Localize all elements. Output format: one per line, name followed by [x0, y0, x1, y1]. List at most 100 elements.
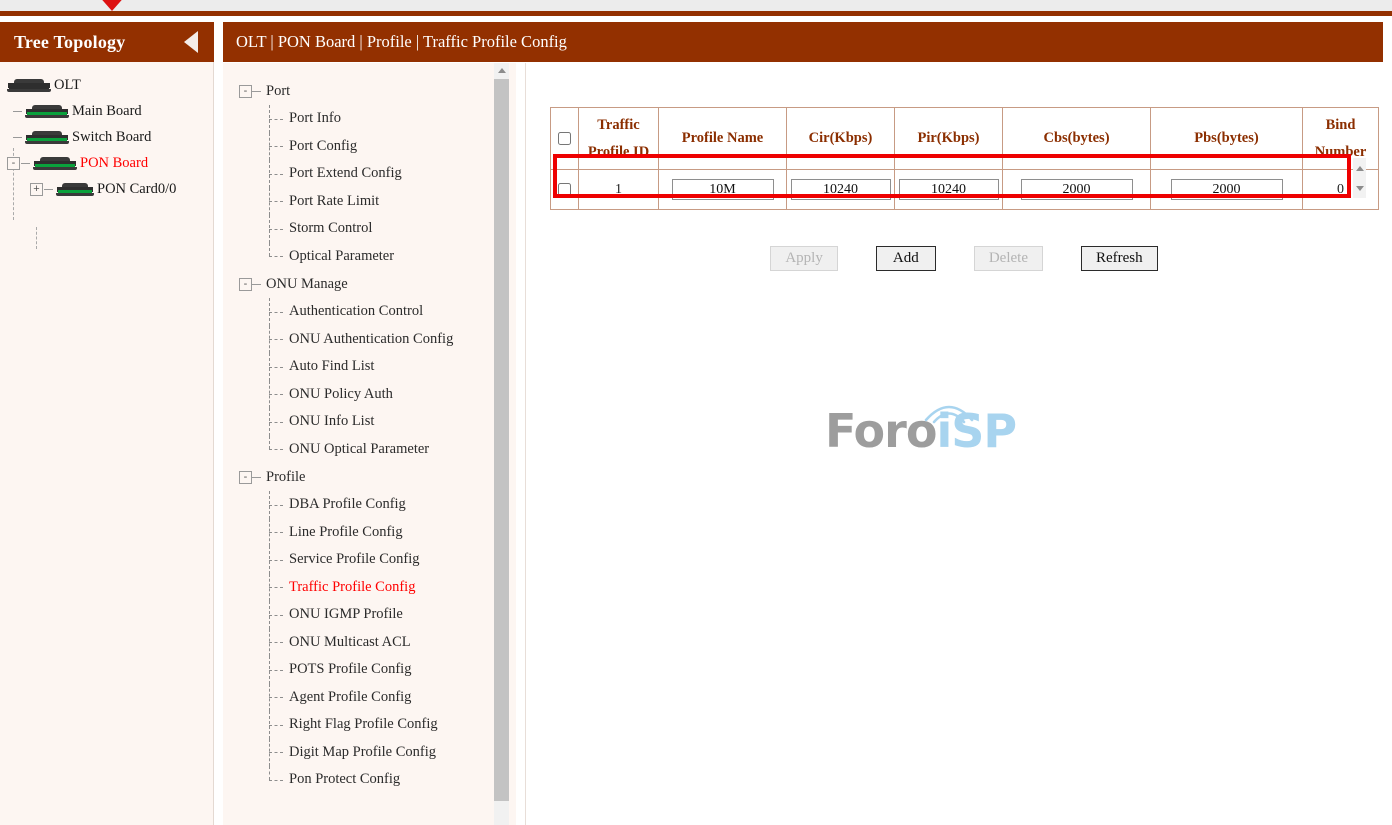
menu-scrollbar-thumb[interactable] [494, 79, 509, 801]
menu-item-port-extend-config[interactable]: Port Extend Config [223, 160, 495, 188]
minus-expander-icon[interactable]: - [239, 278, 252, 291]
triangle-left-icon[interactable] [184, 31, 198, 53]
content-panel: ForoiSP Traffic Profile ID Profile Name [525, 63, 1383, 825]
tree-node-main-board[interactable]: Main Board [0, 98, 213, 124]
menu-item-line-profile-config[interactable]: Line Profile Config [223, 519, 495, 547]
chevron-up-icon [498, 68, 506, 73]
menu-group-onu-manage[interactable]: - ONU Manage [223, 270, 495, 298]
menu-tree-leader [269, 201, 283, 202]
menu-item-port-config[interactable]: Port Config [223, 133, 495, 161]
delete-button[interactable]: Delete [974, 246, 1043, 271]
menu-item-onu-multicast-acl[interactable]: ONU Multicast ACL [223, 629, 495, 657]
menu-item-onu-authentication-config[interactable]: ONU Authentication Config [223, 326, 495, 354]
menu-group-label: ONU Manage [266, 276, 348, 293]
traffic-profile-table: Traffic Profile ID Profile Name Cir(Kbps… [550, 107, 1379, 210]
cbs-bytes-input[interactable] [1021, 179, 1133, 200]
menu-group-port[interactable]: - Port [223, 77, 495, 105]
apply-button[interactable]: Apply [770, 246, 838, 271]
cbs-bytes-header: Cbs(bytes) [1003, 108, 1151, 170]
minus-expander-icon[interactable]: - [239, 471, 252, 484]
menu-group-connector [252, 284, 261, 285]
plus-expander-icon[interactable]: + [30, 183, 43, 196]
bind-number-header: Bind Number [1303, 108, 1379, 170]
tree-node-switch-board[interactable]: Switch Board [0, 124, 213, 150]
menu-tree-leader [269, 697, 283, 698]
device-board-icon [24, 105, 70, 118]
traffic-profile-table-wrap: Traffic Profile ID Profile Name Cir(Kbps… [550, 107, 1378, 210]
menu-tree-leader [269, 367, 283, 368]
select-all-checkbox[interactable] [558, 132, 571, 145]
tree-topology-header: Tree Topology [0, 22, 214, 62]
menu-item-service-profile-config[interactable]: Service Profile Config [223, 546, 495, 574]
menu-group-profile[interactable]: -Profile [223, 463, 495, 491]
tree-node-pon-board[interactable]: - PON Board [0, 150, 213, 176]
menu-item-traffic-profile-config[interactable]: Traffic Profile Config [223, 574, 495, 602]
minus-expander-icon[interactable]: - [239, 85, 252, 98]
menu-item-label: ONU Policy Auth [289, 386, 393, 403]
profile-name-cell [659, 170, 787, 210]
menu-item-label: Right Flag Profile Config [289, 716, 438, 733]
tree-node-pon-card[interactable]: + PON Card0/0 [0, 176, 213, 202]
menu-item-label: Auto Find List [289, 358, 374, 375]
watermark-text-accent: iSP [936, 404, 1016, 458]
pbs-bytes-header: Pbs(bytes) [1151, 108, 1303, 170]
tree-node-olt[interactable]: OLT [0, 72, 213, 98]
select-all-header [551, 108, 579, 170]
menu-item-label: Pon Protect Config [289, 771, 400, 788]
menu-tree-leader [269, 670, 283, 671]
tree-node-label: OLT [54, 77, 81, 94]
profile-name-input[interactable] [672, 179, 774, 200]
header-line-1: Bind [1326, 117, 1356, 133]
header-line-2: Profile ID [588, 144, 649, 160]
menu-item-dba-profile-config[interactable]: DBA Profile Config [223, 491, 495, 519]
refresh-button[interactable]: Refresh [1081, 246, 1158, 271]
menu-item-optical-parameter[interactable]: Optical Parameter [223, 243, 495, 271]
table-row-scrollbar[interactable] [1353, 158, 1366, 198]
menu-tree-leader [269, 256, 283, 257]
tree-node-label: PON Card0/0 [97, 181, 176, 198]
add-button[interactable]: Add [876, 246, 936, 271]
menu-item-onu-info-list[interactable]: ONU Info List [223, 408, 495, 436]
menu-item-onu-igmp-profile[interactable]: ONU IGMP Profile [223, 601, 495, 629]
cbs-bytes-cell [1003, 170, 1151, 210]
menu-item-right-flag-profile-config[interactable]: Right Flag Profile Config [223, 711, 495, 739]
cir-kbps-cell [787, 170, 895, 210]
navigation-menu-list: - Port Port InfoPort ConfigPort Extend Con… [223, 63, 495, 794]
menu-item-label: Optical Parameter [289, 248, 394, 265]
row-select-checkbox[interactable] [558, 183, 571, 196]
menu-item-pots-profile-config[interactable]: POTS Profile Config [223, 656, 495, 684]
menu-item-onu-optical-parameter[interactable]: ONU Optical Parameter [223, 436, 495, 464]
menu-group-label: Port [266, 83, 290, 100]
action-button-bar: Apply Add Delete Refresh [550, 246, 1378, 271]
menu-item-port-info[interactable]: Port Info [223, 105, 495, 133]
menu-item-digit-map-profile-config[interactable]: Digit Map Profile Config [223, 739, 495, 767]
menu-item-pon-protect-config[interactable]: Pon Protect Config [223, 766, 495, 794]
tree-subtrunk-line [36, 227, 37, 249]
menu-item-onu-policy-auth[interactable]: ONU Policy Auth [223, 381, 495, 409]
pbs-bytes-input[interactable] [1171, 179, 1283, 200]
menu-scrollbar[interactable] [494, 63, 509, 825]
menu-item-agent-profile-config[interactable]: Agent Profile Config [223, 684, 495, 712]
tree-node-label: Main Board [72, 103, 142, 120]
minus-expander-icon[interactable]: - [7, 157, 20, 170]
menu-item-auto-find-list[interactable]: Auto Find List [223, 353, 495, 381]
row-scroll-up-button[interactable] [1353, 158, 1366, 178]
device-board-icon [24, 131, 70, 144]
menu-item-authentication-control[interactable]: Authentication Control [223, 298, 495, 326]
row-scroll-down-button[interactable] [1353, 178, 1366, 198]
menu-item-storm-control[interactable]: Storm Control [223, 215, 495, 243]
menu-item-port-rate-limit[interactable]: Port Rate Limit [223, 188, 495, 216]
menu-item-label: Storm Control [289, 220, 372, 237]
menu-scroll-up-button[interactable] [494, 63, 509, 78]
signal-arcs-icon [918, 398, 988, 424]
menu-tree-leader [269, 339, 283, 340]
pir-kbps-input[interactable] [899, 179, 999, 200]
menu-tree-leader [269, 174, 283, 175]
menu-tree-leader [269, 422, 283, 423]
cir-kbps-input[interactable] [791, 179, 891, 200]
watermark-text-primary: Foro [825, 404, 936, 458]
navigation-menu-panel: - Port Port InfoPort ConfigPort Extend Con… [223, 63, 516, 825]
menu-tree-leader [269, 312, 283, 313]
top-strip [0, 0, 1392, 11]
tree-topology-title: Tree Topology [14, 32, 184, 53]
